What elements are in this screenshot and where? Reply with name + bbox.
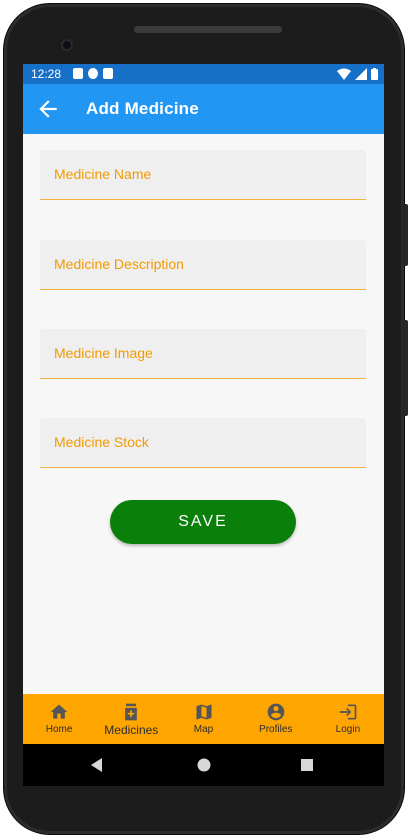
bottom-navigation: Home Medicines Map Profiles Login (23, 694, 384, 744)
nav-item-profiles[interactable]: Profiles (240, 694, 312, 744)
medicine-description-field[interactable]: Medicine Description (40, 240, 366, 290)
medicine-stock-field[interactable]: Medicine Stock (40, 418, 366, 468)
nav-label-login: Login (335, 724, 361, 735)
sim-card-icon (103, 68, 113, 79)
medicine-stock-label: Medicine Stock (54, 434, 149, 450)
page-title: Add Medicine (86, 99, 199, 118)
home-icon (50, 704, 68, 719)
nav-label-medicines: Medicines (104, 723, 159, 737)
save-button[interactable]: SAVE (110, 500, 296, 544)
status-left-icons (73, 68, 113, 79)
arrow-back-icon (39, 100, 57, 118)
data-saver-icon (88, 68, 98, 79)
home-circle-icon[interactable] (194, 755, 214, 775)
signal-icon (355, 68, 367, 80)
volume-button (402, 320, 408, 416)
notification-icon (73, 68, 83, 79)
nav-label-home: Home (45, 724, 73, 735)
screen: 12:28 Add Medicine Medicine Name Medicin… (23, 64, 384, 786)
medicine-name-field[interactable]: Medicine Name (40, 150, 366, 200)
medicine-image-field[interactable]: Medicine Image (40, 329, 366, 379)
wifi-icon (337, 68, 351, 80)
status-right-icons (337, 68, 378, 80)
form-content: Medicine Name Medicine Description Medic… (23, 134, 384, 694)
back-button[interactable] (35, 96, 61, 122)
nav-label-map: Map (193, 724, 214, 735)
medicine-image-label: Medicine Image (54, 345, 153, 361)
app-bar: Add Medicine (23, 84, 384, 134)
nav-item-medicines[interactable]: Medicines (95, 694, 167, 744)
login-icon (339, 704, 357, 720)
medicine-description-label: Medicine Description (54, 256, 184, 272)
medicine-bottle-icon (125, 703, 138, 721)
battery-icon (371, 68, 378, 80)
nav-item-home[interactable]: Home (23, 694, 95, 744)
power-button (402, 204, 408, 266)
account-circle-icon (267, 703, 285, 721)
earpiece-speaker (134, 26, 282, 33)
nav-label-profiles: Profiles (259, 724, 293, 735)
nav-item-map[interactable]: Map (167, 694, 239, 744)
status-time: 12:28 (31, 67, 62, 81)
recents-square-icon[interactable] (297, 755, 317, 775)
system-navigation-bar (23, 744, 384, 786)
nav-item-login[interactable]: Login (312, 694, 384, 744)
medicine-name-label: Medicine Name (54, 166, 152, 182)
front-camera (61, 39, 73, 51)
status-bar: 12:28 (23, 64, 384, 84)
back-triangle-icon[interactable] (87, 755, 107, 775)
map-icon (196, 704, 211, 720)
